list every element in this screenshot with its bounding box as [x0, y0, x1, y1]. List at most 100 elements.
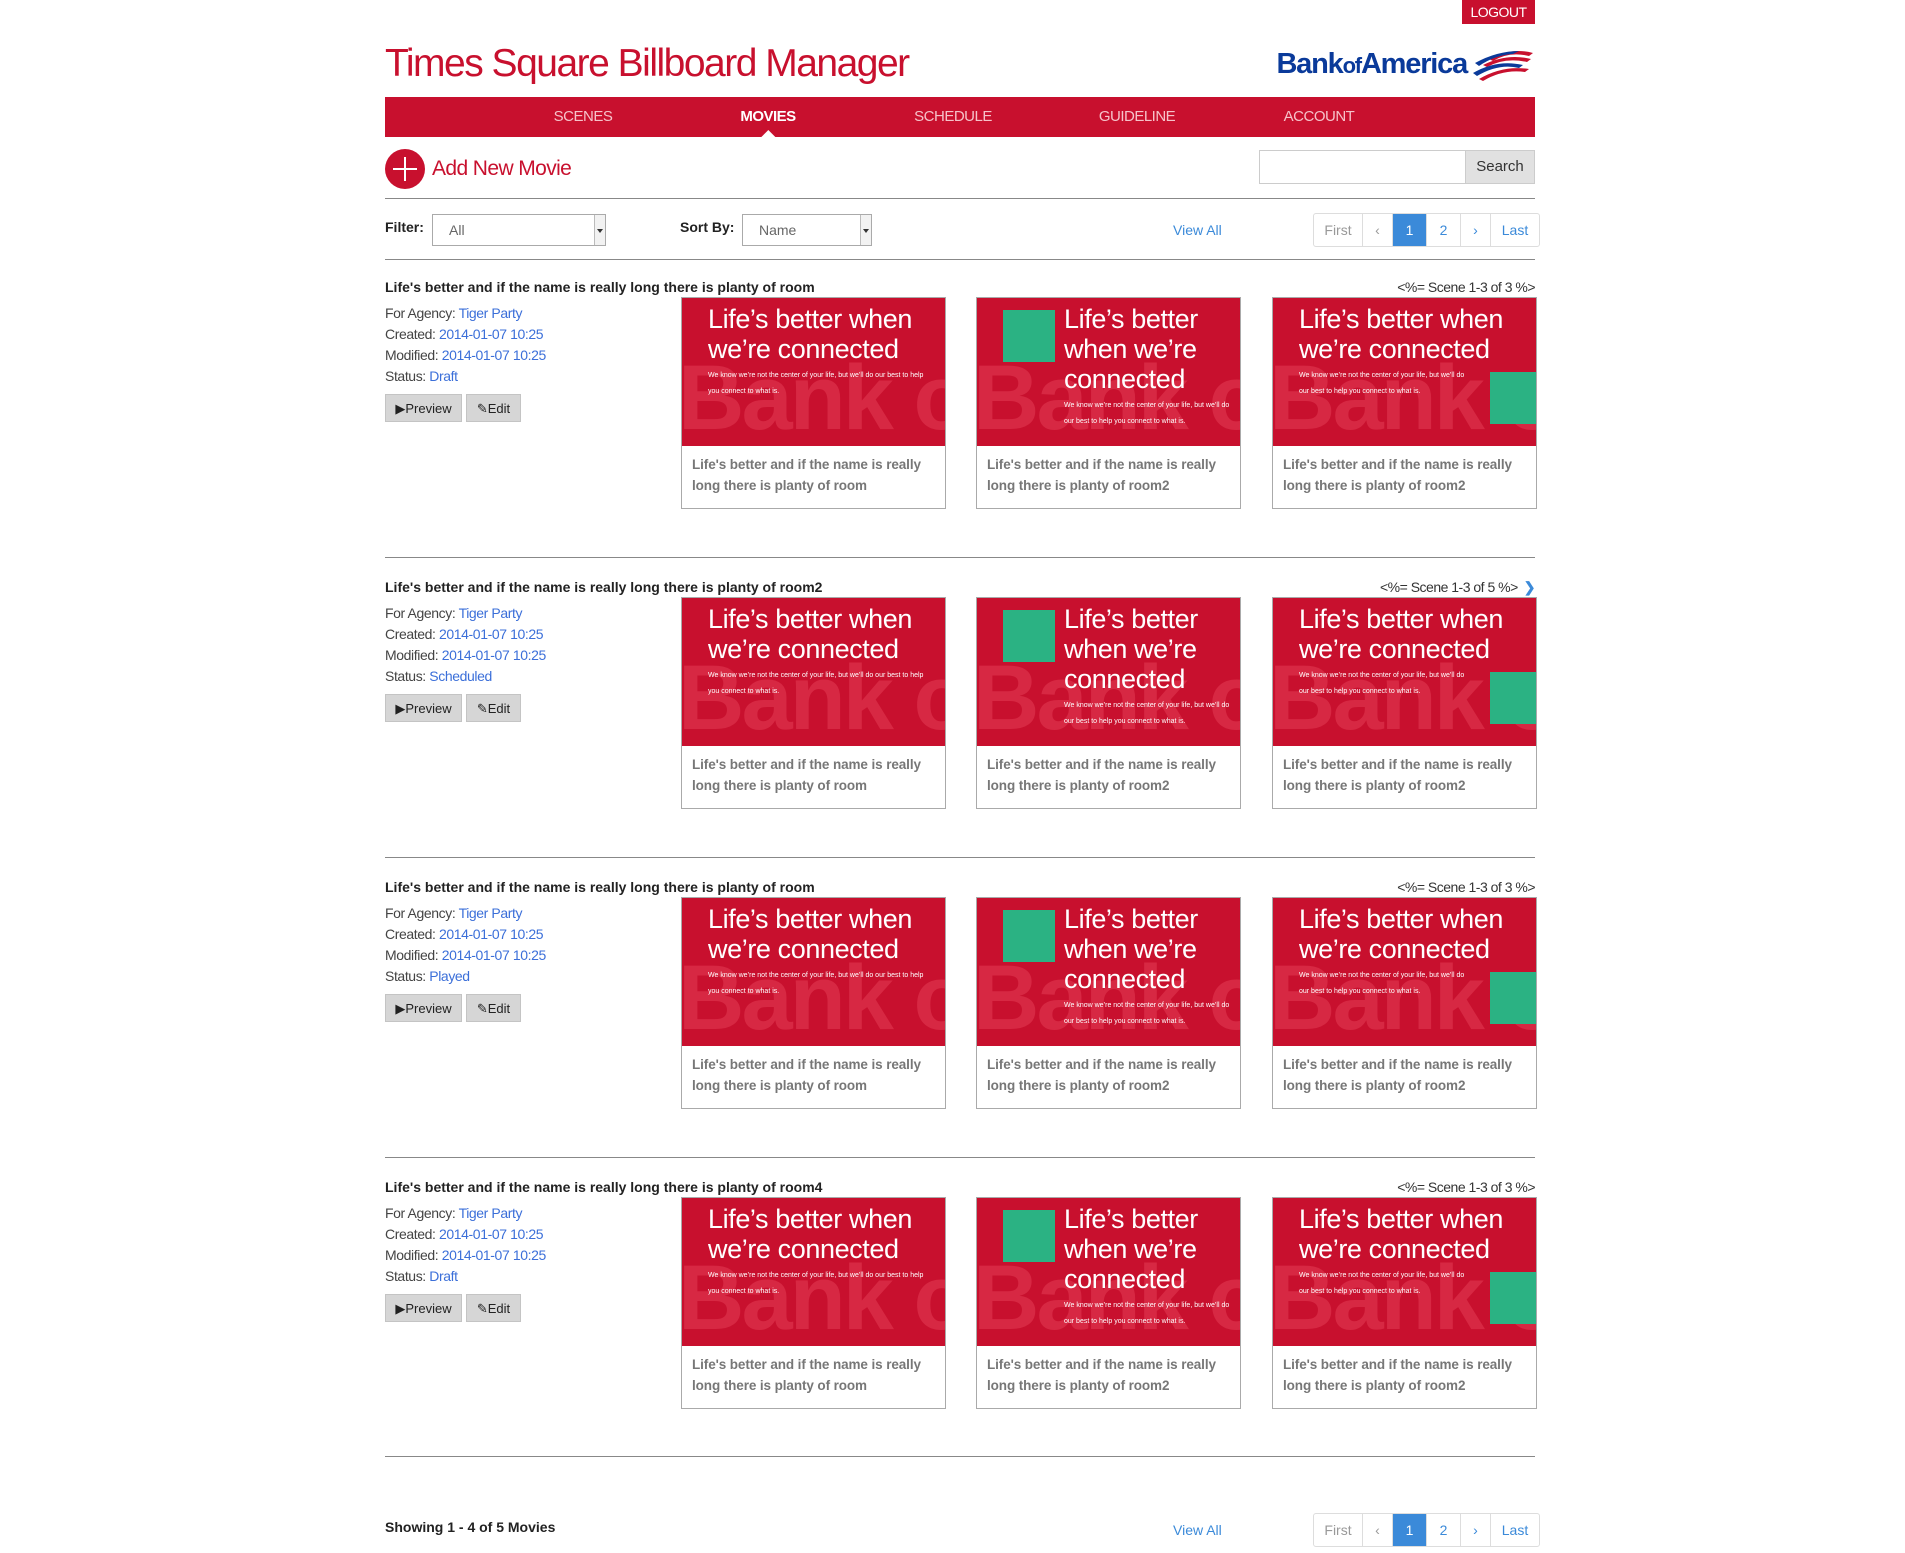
scene-card[interactable]: Bank of AmericaLife’s better whenwe’re c…: [1272, 297, 1537, 509]
thumbnail-headline: we’re connected: [708, 934, 899, 964]
page-last[interactable]: Last: [1491, 214, 1539, 246]
meta-label: Modified:: [385, 647, 439, 663]
scene-card[interactable]: Bank of AmericaLife’s betterwhen we’reco…: [976, 1197, 1241, 1409]
page-last[interactable]: Last: [1491, 1514, 1539, 1546]
movie-created: Created: 2014-01-07 10:25: [385, 926, 544, 942]
meta-value[interactable]: Played: [429, 968, 470, 984]
nav-item-schedule[interactable]: SCHEDULE: [914, 97, 992, 137]
add-movie-button[interactable]: Add New Movie: [385, 148, 572, 190]
divider: [385, 1456, 1535, 1457]
nav-item-guideline[interactable]: GUIDELINE: [1099, 97, 1176, 137]
page-prev[interactable]: ‹: [1363, 214, 1393, 246]
edit-button[interactable]: ✎Edit: [466, 1294, 521, 1322]
meta-value[interactable]: 2014-01-07 10:25: [442, 947, 547, 963]
scene-card[interactable]: Bank of AmericaLife’s better whenwe’re c…: [681, 897, 946, 1109]
scene-card[interactable]: Bank of AmericaLife’s betterwhen we’reco…: [976, 597, 1241, 809]
nav-item-account[interactable]: ACCOUNT: [1284, 97, 1355, 137]
page-1[interactable]: 1: [1393, 214, 1427, 246]
meta-value[interactable]: Draft: [429, 1268, 458, 1284]
sort-select[interactable]: Name: [742, 214, 872, 246]
thumbnail-body: our best to help you connect to what is.: [1299, 988, 1421, 995]
movie-modified: Modified: 2014-01-07 10:25: [385, 947, 546, 963]
scene-card[interactable]: Bank of AmericaLife’s betterwhen we’reco…: [976, 297, 1241, 509]
scene-thumbnail: Bank of AmericaLife’s better whenwe’re c…: [682, 598, 945, 746]
thumbnail-body: We know we’re not the center of your lif…: [1064, 1002, 1230, 1009]
thumbnail-body: you connect to what is.: [708, 688, 780, 695]
meta-value[interactable]: Tiger Party: [459, 905, 523, 921]
divider: [385, 557, 1535, 558]
search-input[interactable]: [1259, 150, 1465, 184]
scene-card[interactable]: Bank of AmericaLife’s better whenwe’re c…: [1272, 897, 1537, 1109]
nav-item-scenes[interactable]: SCENES: [554, 97, 613, 137]
page-2[interactable]: 2: [1427, 1514, 1461, 1546]
movie-created: Created: 2014-01-07 10:25: [385, 326, 544, 342]
thumbnail-headline: Life’s better: [1064, 304, 1198, 334]
meta-value[interactable]: 2014-01-07 10:25: [439, 326, 544, 342]
divider: [385, 259, 1535, 260]
meta-label: Status:: [385, 668, 426, 684]
scene-caption: Life's better and if the name is really …: [692, 757, 921, 793]
filter-value: All: [449, 222, 465, 238]
divider: [385, 1157, 1535, 1158]
meta-value[interactable]: 2014-01-07 10:25: [442, 347, 547, 363]
page-next[interactable]: ›: [1461, 1514, 1491, 1546]
scene-thumbnail: Bank of AmericaLife’s betterwhen we’reco…: [977, 1198, 1240, 1346]
preview-button[interactable]: ▶Preview: [385, 394, 462, 422]
meta-value[interactable]: 2014-01-07 10:25: [439, 926, 544, 942]
filter-select[interactable]: All: [432, 214, 606, 246]
chevron-right-icon[interactable]: ❯: [1524, 579, 1536, 595]
view-all-link[interactable]: View All: [1173, 222, 1222, 238]
page-first[interactable]: First: [1314, 1514, 1363, 1546]
scene-card[interactable]: Bank of AmericaLife’s better whenwe’re c…: [681, 1197, 946, 1409]
meta-label: Modified:: [385, 947, 439, 963]
meta-value[interactable]: 2014-01-07 10:25: [442, 647, 547, 663]
view-all-link-bottom[interactable]: View All: [1173, 1522, 1222, 1538]
movie-title: Life's better and if the name is really …: [385, 579, 823, 595]
thumbnail-headline: Life’s better: [1064, 1204, 1198, 1234]
page-prev[interactable]: ‹: [1363, 1514, 1393, 1546]
meta-value[interactable]: Tiger Party: [459, 305, 523, 321]
scene-card[interactable]: Bank of AmericaLife’s better whenwe’re c…: [1272, 597, 1537, 809]
meta-value[interactable]: Draft: [429, 368, 458, 384]
scene-card[interactable]: Bank of AmericaLife’s better whenwe’re c…: [681, 597, 946, 809]
edit-button[interactable]: ✎Edit: [466, 994, 521, 1022]
meta-value[interactable]: 2014-01-07 10:25: [439, 1226, 544, 1242]
scene-range-text: <%= Scene 1-3 of 5 %>: [1380, 579, 1518, 595]
meta-value[interactable]: Scheduled: [429, 668, 492, 684]
logout-button[interactable]: LOGOUT: [1462, 0, 1535, 24]
active-caret-icon: [759, 130, 776, 138]
thumbnail-body: We know we’re not the center of your lif…: [1064, 702, 1230, 709]
scene-thumbnail: Bank of AmericaLife’s better whenwe’re c…: [682, 898, 945, 1046]
nav-item-movies[interactable]: MOVIES: [740, 97, 796, 138]
thumbnail-body: you connect to what is.: [708, 388, 780, 395]
page-2[interactable]: 2: [1427, 214, 1461, 246]
preview-button[interactable]: ▶Preview: [385, 994, 462, 1022]
scene-thumbnail: Bank of AmericaLife’s betterwhen we’reco…: [977, 598, 1240, 746]
scene-card[interactable]: Bank of AmericaLife’s better whenwe’re c…: [681, 297, 946, 509]
meta-value[interactable]: Tiger Party: [459, 605, 523, 621]
preview-button[interactable]: ▶Preview: [385, 694, 462, 722]
scene-caption: Life's better and if the name is really …: [987, 1057, 1216, 1093]
search-button[interactable]: Search: [1465, 150, 1535, 184]
movie-item: Life's better and if the name is really …: [385, 1177, 1537, 1477]
preview-button[interactable]: ▶Preview: [385, 1294, 462, 1322]
meta-value[interactable]: 2014-01-07 10:25: [439, 626, 544, 642]
pagination-bottom: First ‹ 1 2 › Last: [1313, 1513, 1540, 1547]
scene-card[interactable]: Bank of AmericaLife’s betterwhen we’reco…: [976, 897, 1241, 1109]
edit-button[interactable]: ✎Edit: [466, 694, 521, 722]
thumbnail-headline: Life’s better when: [1299, 604, 1503, 634]
meta-value[interactable]: Tiger Party: [459, 1205, 523, 1221]
page-first[interactable]: First: [1314, 214, 1363, 246]
scene-caption: Life's better and if the name is really …: [692, 1057, 921, 1093]
meta-label: Status:: [385, 368, 426, 384]
divider: [385, 857, 1535, 858]
filter-label: Filter:: [385, 219, 424, 235]
brand-wordmark: BankofAmerica: [1276, 47, 1468, 80]
movie-agency: For Agency: Tiger Party: [385, 1205, 523, 1221]
scene-card[interactable]: Bank of AmericaLife’s better whenwe’re c…: [1272, 1197, 1537, 1409]
edit-button[interactable]: ✎Edit: [466, 394, 521, 422]
meta-value[interactable]: 2014-01-07 10:25: [442, 1247, 547, 1263]
page-1[interactable]: 1: [1393, 1514, 1427, 1546]
scene-range: <%= Scene 1-3 of 3 %>: [1397, 879, 1535, 895]
page-next[interactable]: ›: [1461, 214, 1491, 246]
